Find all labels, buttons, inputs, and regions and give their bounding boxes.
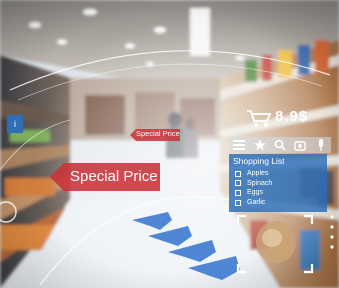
star-icon[interactable] [253, 138, 267, 152]
microphone-icon[interactable] [314, 138, 328, 152]
list-item-label: Apples [247, 170, 269, 177]
special-price-small-label: Special Price [136, 129, 180, 138]
shopping-list-panel: Shopping List Apples Spinach Eggs Garlic [229, 154, 327, 212]
menu-icon[interactable] [232, 138, 246, 152]
list-item-label: Eggs [247, 189, 263, 197]
list-item[interactable]: Garlic [235, 198, 272, 208]
special-price-small-tag[interactable]: Special Price [130, 128, 180, 141]
ar-toolbar [229, 137, 331, 153]
list-item[interactable]: Spinach [235, 179, 272, 189]
list-item[interactable]: Apples [235, 169, 272, 179]
shopping-list-title: Shopping List [233, 156, 285, 166]
list-item[interactable]: Eggs [235, 188, 272, 198]
left-info-tab[interactable]: i [7, 115, 23, 133]
special-price-tag[interactable]: Special Price [50, 163, 160, 191]
checkbox-icon[interactable] [235, 170, 241, 177]
checkbox-icon[interactable] [235, 189, 241, 196]
search-icon[interactable] [273, 138, 287, 152]
checkbox-icon[interactable] [235, 180, 241, 187]
camera-icon[interactable] [293, 138, 307, 152]
shopping-cart-icon [247, 110, 272, 127]
list-item-label: Garlic [247, 198, 266, 206]
pagination-dots-icon [330, 215, 334, 249]
checkbox-icon[interactable] [235, 199, 241, 206]
list-item-label: Spinach [247, 179, 273, 187]
price-tag[interactable]: 8.9$ [245, 108, 309, 130]
price-value: 8.9$ [275, 108, 309, 125]
special-price-label: Special Price [70, 168, 158, 185]
